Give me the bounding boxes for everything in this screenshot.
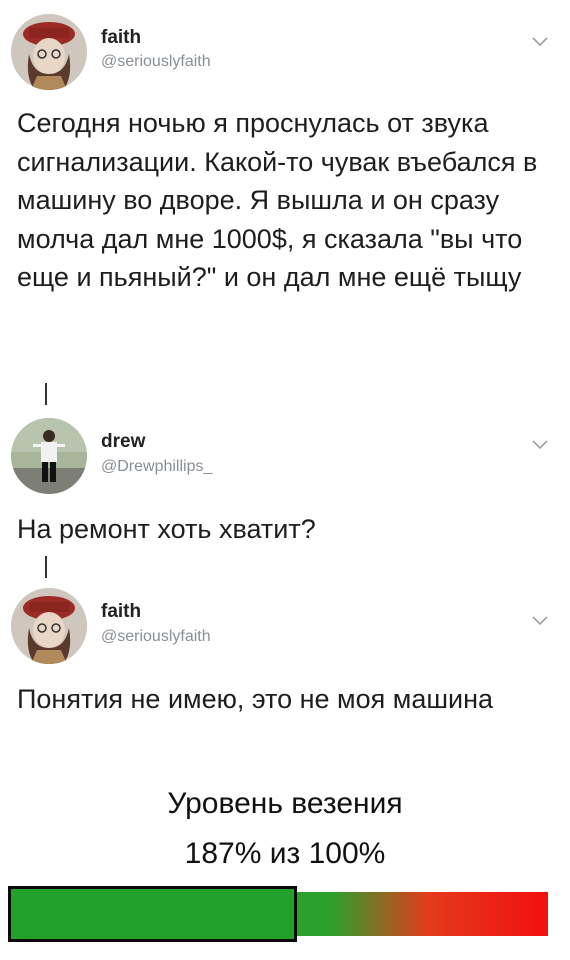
tweet-text: Сегодня ночью я проснулась от звука сигн…	[17, 108, 538, 292]
tweet-2: drew @Drewphillips_ На ремонт хоть хвати…	[0, 410, 570, 550]
avatar-drew[interactable]	[11, 418, 87, 494]
chevron-down-icon[interactable]	[532, 37, 548, 47]
author-handle[interactable]: @seriouslyfaith	[101, 628, 211, 646]
luck-meter-title: Уровень везения	[167, 787, 403, 820]
avatar-faith-image	[11, 14, 87, 90]
chevron-down-icon[interactable]	[532, 616, 548, 626]
tweet-1: faith @seriouslyfaith Сегодня ночью я пр…	[0, 0, 570, 380]
author-name[interactable]: drew	[101, 431, 145, 453]
chevron-down-icon[interactable]	[532, 440, 548, 450]
tweet-text: На ремонт хоть хватит?	[17, 514, 316, 544]
author-name[interactable]: faith	[101, 601, 141, 623]
avatar-drew-image	[11, 418, 87, 494]
thread-connector	[45, 383, 47, 405]
luck-meter-value: 187% из 100%	[184, 837, 386, 870]
tweet-3: faith @seriouslyfaith Понятия не имею, э…	[0, 582, 570, 762]
author-handle[interactable]: @Drewphillips_	[101, 458, 212, 476]
luck-meter-bar	[8, 886, 548, 944]
luck-meter-fill	[8, 886, 297, 942]
avatar-faith[interactable]	[11, 14, 87, 90]
author-name[interactable]: faith	[101, 27, 141, 49]
thread-connector	[45, 556, 47, 578]
author-handle[interactable]: @seriouslyfaith	[101, 53, 211, 71]
avatar-faith-image	[11, 588, 87, 664]
avatar-faith[interactable]	[11, 588, 87, 664]
tweet-text: Понятия не имею, это не моя машина	[17, 684, 494, 714]
